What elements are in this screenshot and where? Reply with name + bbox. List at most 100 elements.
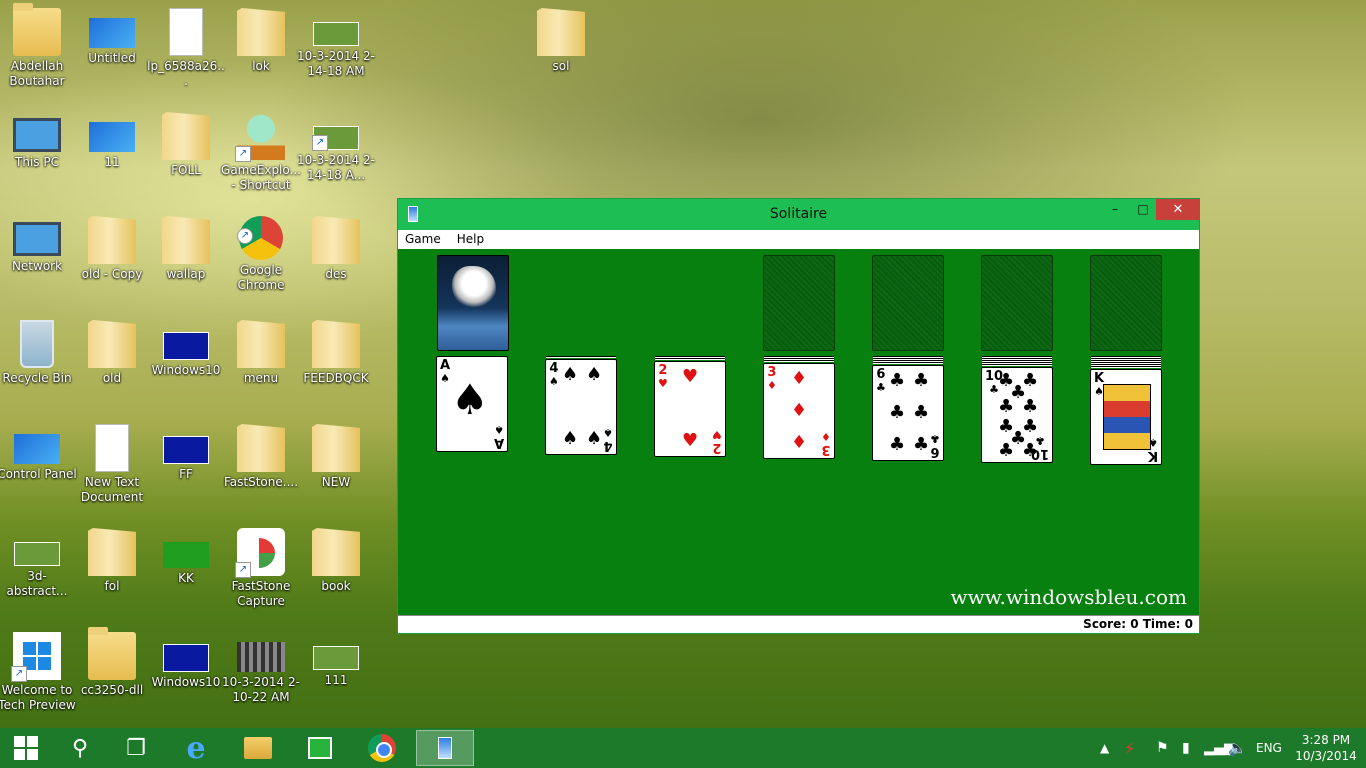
desktop-icon-label: GameExplo... - Shortcut bbox=[221, 163, 301, 192]
desktop-icon-label: menu bbox=[243, 371, 279, 385]
club-icon: ♣ bbox=[998, 440, 1015, 461]
start-button[interactable] bbox=[0, 730, 52, 766]
foundation-slot-2[interactable] bbox=[872, 255, 944, 351]
desktop-icon-label: 10-3-2014 2-14-18 AM bbox=[297, 49, 375, 78]
task-view-button[interactable]: ❐ bbox=[110, 730, 162, 766]
menu-game[interactable]: Game bbox=[405, 230, 441, 249]
volume-icon[interactable]: 🔈 bbox=[1228, 728, 1247, 768]
desktop-icon-faststone-capture[interactable]: FastStone Capture bbox=[224, 524, 298, 624]
desktop-icon-new-text-document[interactable]: New Text Document bbox=[75, 420, 149, 520]
tableau-card-3-diamonds[interactable]: 3 ♦ ♦ ♦ ♦ 3 ♦ bbox=[763, 363, 835, 459]
clock[interactable]: 3:28 PM 10/3/2014 bbox=[1290, 732, 1362, 764]
taskbar-chrome[interactable] bbox=[356, 730, 408, 766]
diamond-icon: ♦ bbox=[791, 432, 808, 453]
desktop-icon-label: NEW bbox=[321, 475, 351, 489]
club-icon: ♣ bbox=[1022, 396, 1039, 417]
desktop-icon-old-copy[interactable]: old - Copy bbox=[75, 212, 149, 312]
desktop-icon-new[interactable]: NEW bbox=[299, 420, 373, 520]
close-button[interactable]: ✕ bbox=[1156, 199, 1200, 220]
desktop-icon-user-folder[interactable]: Abdellah Boutahar bbox=[0, 3, 74, 104]
image-thumbnail-icon bbox=[89, 122, 135, 152]
menu-help[interactable]: Help bbox=[457, 230, 484, 249]
desktop-icon-feedbqck[interactable]: FEEDBQCK bbox=[299, 316, 373, 416]
tableau-card-king-spades[interactable]: K ♠ K ♠ bbox=[1090, 369, 1162, 465]
file-explorer-icon bbox=[244, 737, 272, 759]
desktop-icon-label: Windows10 bbox=[151, 363, 221, 377]
desktop-icon-foll[interactable]: FOLL bbox=[149, 108, 223, 208]
search-icon: ⚲ bbox=[71, 735, 89, 761]
tableau-card-4-spades[interactable]: 4 ♠ ♠ ♠ ♠ ♠ 4 ♠ bbox=[545, 359, 617, 455]
facedown-stack bbox=[764, 356, 834, 362]
desktop-icon-windows10-b[interactable]: Windows10 bbox=[149, 628, 223, 728]
desktop-icon-wallap[interactable]: wallap bbox=[149, 212, 223, 312]
desktop-icon-menu[interactable]: menu bbox=[224, 316, 298, 416]
taskbar-store[interactable] bbox=[294, 730, 346, 766]
tray-overflow[interactable]: ▲ bbox=[1100, 728, 1109, 768]
desktop-icon-11[interactable]: 11 bbox=[75, 108, 149, 208]
desktop-icon-fol[interactable]: fol bbox=[75, 524, 149, 624]
desktop-icon-gameexplorer-shortcut[interactable]: GameExplo... - Shortcut bbox=[221, 108, 301, 208]
card-rank: 2 ♥ bbox=[712, 428, 722, 455]
desktop-icon-screenshot-2[interactable]: 10-3-2014 2-14-18 A... bbox=[297, 108, 375, 208]
foundation-slot-3[interactable] bbox=[981, 255, 1053, 351]
foundation-slot-1[interactable] bbox=[763, 255, 835, 351]
taskbar-file-explorer[interactable] bbox=[232, 730, 284, 766]
facedown-stack bbox=[655, 356, 725, 360]
title-bar[interactable]: Solitaire – □ ✕ bbox=[398, 199, 1200, 230]
desktop-icon-3d-abstract[interactable]: 3d-abstract... bbox=[0, 524, 74, 624]
desktop-icon-this-pc[interactable]: This PC bbox=[0, 108, 74, 208]
spade-icon: ♠ bbox=[562, 364, 579, 385]
tableau-card-ace-spades[interactable]: A ♠ ♠ A ♠ bbox=[436, 356, 508, 452]
spade-icon: ♠ bbox=[586, 364, 603, 385]
desktop-icon-ff[interactable]: FF bbox=[149, 420, 223, 520]
action-center-flag-icon[interactable]: ⚑ bbox=[1156, 728, 1169, 768]
astronaut-card-back-icon bbox=[452, 266, 496, 310]
chrome-icon bbox=[237, 216, 283, 260]
desktop-icon-kk[interactable]: KK bbox=[149, 524, 223, 624]
image-thumbnail-icon bbox=[313, 22, 359, 46]
diamond-icon: ♦ bbox=[791, 368, 808, 389]
tableau-card-6-clubs[interactable]: 6 ♣ ♣ ♣ ♣ ♣ ♣ ♣ 6 ♣ bbox=[872, 365, 944, 461]
desktop-icon-cc3250-dll[interactable]: cc3250-dll bbox=[75, 627, 149, 728]
language-indicator[interactable]: ENG bbox=[1256, 728, 1282, 768]
facedown-stack bbox=[982, 356, 1052, 366]
desktop-icon-lok[interactable]: lok bbox=[224, 4, 298, 104]
foundation-slot-4[interactable] bbox=[1090, 255, 1162, 351]
maximize-button[interactable]: □ bbox=[1129, 199, 1157, 220]
desktop-icon-111[interactable]: 111 bbox=[299, 628, 373, 728]
facedown-stack bbox=[1091, 356, 1161, 368]
desktop-icon-screenshot-1[interactable]: 10-3-2014 2-14-18 AM bbox=[297, 4, 375, 104]
store-icon bbox=[308, 737, 332, 759]
minimize-button[interactable]: – bbox=[1101, 199, 1129, 220]
desktop-icon-label: 10-3-2014 2-10-22 AM bbox=[222, 675, 300, 704]
desktop-icon-control-panel[interactable]: Control Panel bbox=[0, 420, 77, 520]
desktop-icon-lp-file[interactable]: lp_6588a26... bbox=[147, 4, 225, 104]
desktop-icon-sol[interactable]: sol bbox=[524, 4, 598, 104]
stock-pile[interactable] bbox=[437, 255, 509, 351]
desktop-icon-old[interactable]: old bbox=[75, 316, 149, 416]
taskbar: ⚲ ❐ e ▲ ⚡ ⚑ ▮ ▂▄▆ 🔈 ENG 3:28 PM 10/3/201… bbox=[0, 728, 1366, 768]
tableau-card-10-clubs[interactable]: 10 ♣ ♣ ♣ ♣ ♣ ♣ ♣ ♣ ♣ ♣ ♣ 10 ♣ bbox=[981, 367, 1053, 463]
desktop-icon-network[interactable]: Network bbox=[0, 212, 74, 312]
desktop-icon-untitled[interactable]: Untitled bbox=[75, 4, 149, 104]
desktop-icon-book[interactable]: book bbox=[299, 524, 373, 624]
desktop-icon-label: This PC bbox=[15, 155, 59, 169]
desktop-icon-windows10[interactable]: Windows10 bbox=[149, 316, 223, 416]
menu-bar: Game Help bbox=[398, 230, 1199, 249]
club-icon: ♣ bbox=[913, 402, 930, 423]
desktop-icon-google-chrome[interactable]: Google Chrome bbox=[224, 212, 298, 312]
image-thumbnail-icon bbox=[313, 646, 359, 670]
search-button[interactable]: ⚲ bbox=[54, 730, 106, 766]
desktop-icon-faststone-folder[interactable]: FastStone.... bbox=[224, 420, 298, 520]
folder-icon bbox=[88, 216, 136, 264]
antivirus-tray-icon[interactable]: ⚡ bbox=[1124, 728, 1135, 768]
desktop-icon-welcome[interactable]: Welcome to Tech Preview bbox=[0, 628, 76, 728]
taskbar-internet-explorer[interactable]: e bbox=[170, 730, 222, 766]
tableau-card-2-hearts[interactable]: 2 ♥ ♥ ♥ 2 ♥ bbox=[654, 361, 726, 457]
taskbar-solitaire[interactable] bbox=[416, 730, 474, 766]
battery-icon[interactable]: ▮ bbox=[1182, 728, 1190, 768]
desktop-icon-recycle-bin[interactable]: Recycle Bin bbox=[0, 316, 74, 416]
desktop-icon-des[interactable]: des bbox=[299, 212, 373, 312]
club-icon: ♣ bbox=[889, 370, 906, 391]
desktop-icon-10-3-2014-video[interactable]: 10-3-2014 2-10-22 AM bbox=[222, 628, 300, 728]
